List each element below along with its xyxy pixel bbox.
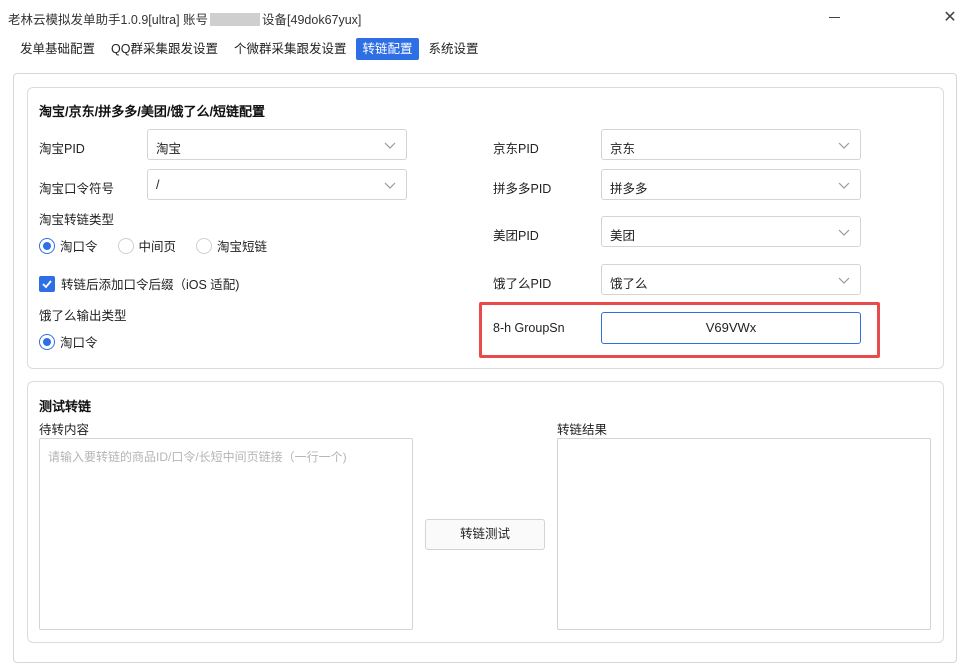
tab-send-basic-config[interactable]: 发单基础配置	[14, 38, 101, 60]
chevron-down-icon	[384, 142, 396, 149]
close-icon[interactable]: ✕	[938, 6, 962, 28]
taobao-token-select[interactable]: /	[147, 169, 407, 200]
tab-qq-group-follow[interactable]: QQ群采集跟发设置	[105, 38, 224, 60]
radio-eleme-taokouling[interactable]: 淘口令	[39, 332, 98, 351]
ios-suffix-label: 转链后添加口令后缀（iOS 适配)	[61, 278, 240, 292]
tab-bar: 发单基础配置 QQ群采集跟发设置 个微群采集跟发设置 转链配置 系统设置	[14, 37, 489, 61]
radio-taokouling[interactable]: 淘口令	[39, 236, 98, 255]
chevron-down-icon	[838, 182, 850, 189]
tab-system-settings[interactable]: 系统设置	[423, 38, 485, 60]
eleme-pid-select[interactable]: 饿了么	[601, 264, 861, 295]
chevron-down-icon	[384, 182, 396, 189]
eleme-pid-label: 饿了么PID	[493, 277, 552, 291]
jd-pid-select[interactable]: 京东	[601, 129, 861, 160]
taobao-pid-label: 淘宝PID	[39, 142, 85, 156]
chevron-down-icon	[838, 277, 850, 284]
jd-pid-value: 京东	[610, 142, 636, 156]
meituan-pid-value: 美团	[610, 229, 636, 243]
taobao-token-value: /	[156, 178, 160, 192]
test-convert-heading: 测试转链	[39, 399, 92, 414]
taobao-token-label: 淘宝口令符号	[39, 182, 115, 196]
taobao-pid-select[interactable]: 淘宝	[147, 129, 407, 160]
convert-test-button[interactable]: 转链测试	[425, 519, 545, 550]
eleme-pid-value: 饿了么	[610, 277, 648, 291]
chevron-down-icon	[838, 142, 850, 149]
platform-config-heading: 淘宝/京东/拼多多/美团/饿了么/短链配置	[39, 104, 266, 119]
meituan-pid-label: 美团PID	[493, 229, 539, 243]
radio-dot	[39, 333, 55, 350]
groupsn-input[interactable]: V69VWx	[601, 312, 861, 344]
ios-suffix-checkbox[interactable]	[39, 275, 55, 292]
eleme-output-group: 淘口令	[39, 332, 118, 351]
taobao-link-type-label: 淘宝转链类型	[39, 213, 115, 227]
radio-middle-page[interactable]: 中间页	[117, 236, 177, 255]
chevron-down-icon	[838, 229, 850, 236]
title-bar: 老林云模拟发单助手1.0.9[ultra] 账号 设备[49dok67yux] ✕	[0, 0, 967, 34]
meituan-pid-select[interactable]: 美团	[601, 216, 861, 247]
taobao-pid-value: 淘宝	[156, 142, 182, 156]
result-label: 转链结果	[557, 423, 608, 437]
input-content-placeholder: 请输入要转链的商品ID/口令/长短中间页链接（一行一个)	[48, 450, 347, 464]
tab-wechat-group-follow[interactable]: 个微群采集跟发设置	[228, 38, 353, 60]
pdd-pid-select[interactable]: 拼多多	[601, 169, 861, 200]
account-redaction	[210, 13, 261, 26]
ios-suffix-checkbox-row[interactable]: 转链后添加口令后缀（iOS 适配)	[39, 274, 239, 293]
jd-pid-label: 京东PID	[493, 142, 539, 156]
input-content-textarea[interactable]: 请输入要转链的商品ID/口令/长短中间页链接（一行一个)	[39, 438, 413, 630]
window-title: 老林云模拟发单助手1.0.9[ultra] 账号 设备[49dok67yux]	[8, 9, 361, 28]
window-title-suffix: 设备[49dok67yux]	[262, 13, 362, 27]
radio-label: 中间页	[138, 240, 177, 254]
radio-label: 淘口令	[60, 240, 98, 254]
groupsn-label: 8-h GroupSn	[493, 321, 565, 335]
radio-taobao-short-link[interactable]: 淘宝短链	[196, 236, 267, 255]
tab-link-convert-config[interactable]: 转链配置	[356, 38, 419, 60]
minimize-icon[interactable]	[822, 6, 846, 28]
window-title-prefix: 老林云模拟发单助手1.0.9[ultra] 账号	[8, 13, 209, 27]
radio-dot	[196, 237, 213, 254]
taobao-link-type-group: 淘口令 中间页 淘宝短链	[39, 236, 287, 255]
radio-label: 淘口令	[60, 336, 98, 350]
eleme-output-label: 饿了么输出类型	[39, 309, 127, 323]
result-textarea[interactable]	[557, 438, 931, 630]
radio-label: 淘宝短链	[217, 240, 268, 254]
radio-dot	[39, 237, 55, 254]
radio-dot	[117, 237, 134, 254]
pdd-pid-label: 拼多多PID	[493, 182, 552, 196]
input-content-label: 待转内容	[39, 423, 90, 437]
pdd-pid-value: 拼多多	[610, 182, 648, 196]
check-icon	[42, 279, 52, 288]
